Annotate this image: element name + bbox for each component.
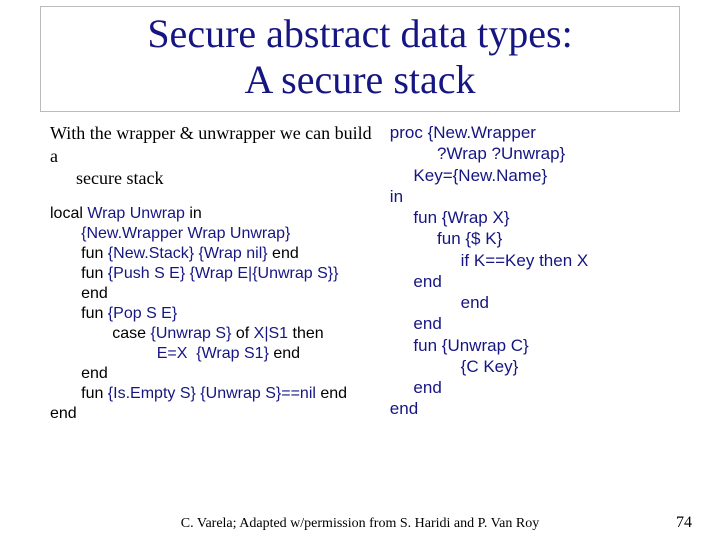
- intro-line-2: secure stack: [50, 167, 382, 190]
- slide-title: Secure abstract data types: A secure sta…: [51, 11, 669, 103]
- content-area: With the wrapper & unwrapper we can buil…: [0, 112, 720, 424]
- slide-title-box: Secure abstract data types: A secure sta…: [40, 6, 680, 112]
- page-number: 74: [676, 514, 692, 532]
- right-code-block: proc {New.Wrapper ?Wrap ?Unwrap} Key={Ne…: [390, 122, 690, 420]
- title-line-1: Secure abstract data types:: [147, 11, 572, 56]
- title-line-2: A secure stack: [244, 57, 475, 102]
- footer-attribution: C. Varela; Adapted w/permission from S. …: [0, 516, 720, 532]
- intro-line-1: With the wrapper & unwrapper we can buil…: [50, 122, 382, 167]
- left-code-block: local Wrap Unwrap in {New.Wrapper Wrap U…: [50, 204, 382, 424]
- intro-text: With the wrapper & unwrapper we can buil…: [50, 122, 382, 190]
- right-column: proc {New.Wrapper ?Wrap ?Unwrap} Key={Ne…: [390, 122, 690, 424]
- left-column: With the wrapper & unwrapper we can buil…: [50, 122, 390, 424]
